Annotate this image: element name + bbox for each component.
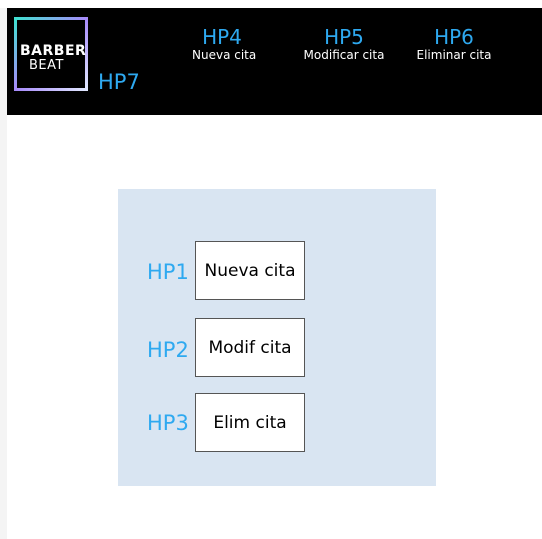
nueva-cita-button[interactable]: Nueva cita bbox=[195, 241, 305, 300]
nav-item-label: Nueva cita bbox=[192, 48, 257, 62]
logo-line-1: BARBER bbox=[20, 43, 87, 59]
app-frame: BARBER BEAT HP7 HP4 Nueva cita HP5 Modif… bbox=[0, 0, 542, 539]
barberbeat-logo[interactable]: BARBER BEAT bbox=[14, 17, 88, 91]
logo-line-2: BEAT bbox=[29, 58, 64, 73]
hotspot-label-1: HP1 bbox=[147, 260, 189, 284]
left-edge bbox=[0, 0, 7, 539]
nav-hotspot-label: HP5 bbox=[324, 25, 364, 49]
nav-item-label: Eliminar cita bbox=[416, 48, 492, 62]
hotspot-label-3: HP3 bbox=[147, 411, 189, 435]
nav-item-eliminar-cita[interactable]: HP6 Eliminar cita bbox=[412, 27, 496, 62]
home-hotspot-label: HP7 bbox=[98, 70, 140, 94]
elim-cita-button[interactable]: Elim cita bbox=[195, 393, 305, 452]
hotspot-label-2: HP2 bbox=[147, 338, 189, 362]
top-edge bbox=[0, 0, 542, 8]
nav-hotspot-label: HP4 bbox=[202, 25, 242, 49]
nav-hotspot-label: HP6 bbox=[434, 25, 474, 49]
top-navbar: BARBER BEAT HP7 HP4 Nueva cita HP5 Modif… bbox=[7, 8, 542, 115]
nav-item-label: Modificar cita bbox=[303, 48, 385, 62]
nav-item-modificar-cita[interactable]: HP5 Modificar cita bbox=[294, 27, 394, 62]
modif-cita-button[interactable]: Modif cita bbox=[195, 318, 305, 377]
nav-item-nueva-cita[interactable]: HP4 Nueva cita bbox=[192, 25, 257, 62]
